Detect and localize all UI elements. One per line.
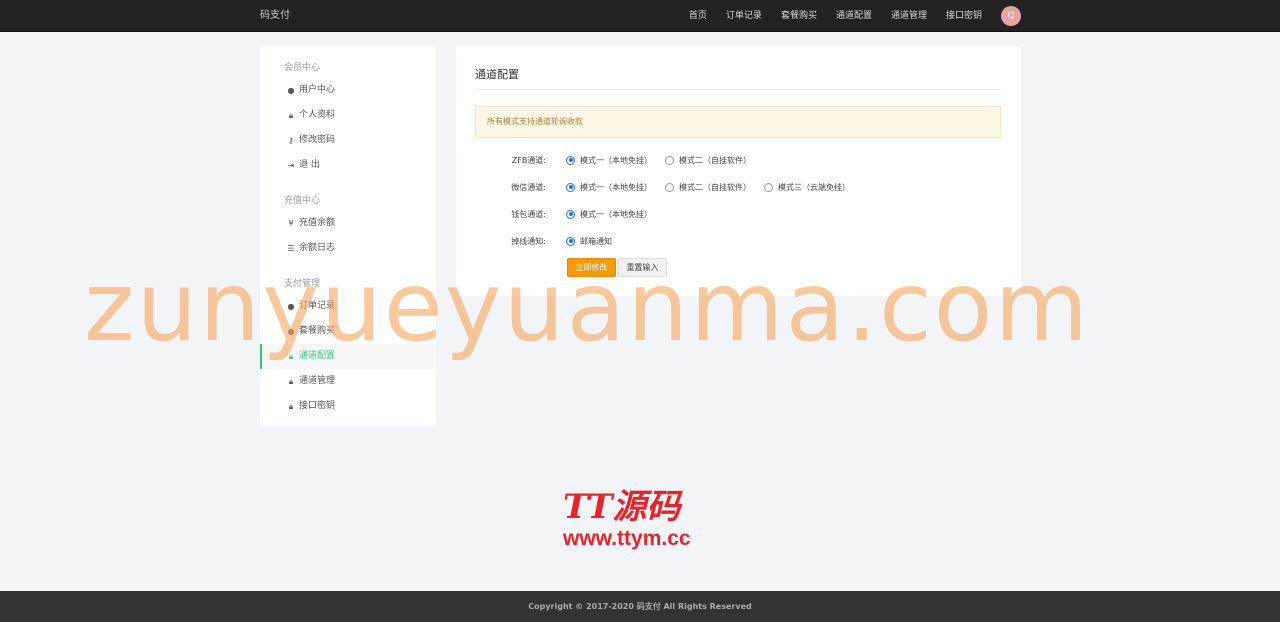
divider: [475, 89, 1002, 90]
sidebar-item-recharge[interactable]: ¥ 充值余额: [260, 211, 436, 236]
sidebar-item-label: 用户中心: [299, 85, 336, 95]
sidebar-item-channel-config[interactable]: 🔒︎ 通道配置: [260, 344, 436, 369]
radio-unchecked-icon: [764, 182, 773, 192]
nav-channel-config[interactable]: 通道配置: [836, 0, 872, 32]
sidebar-item-user-center[interactable]: ● 用户中心: [260, 78, 436, 103]
sidebar-item-api-key[interactable]: 🔒︎ 接口密钥: [260, 394, 436, 419]
form-row-wechat: 微信通道: 模式一（本地免挂） 模式二（自挂软件） 模式三（云端免挂）: [456, 180, 1021, 194]
radio-checked-icon: [566, 209, 575, 219]
user-circle-icon: ●: [287, 327, 295, 336]
radio-wallet-mode1[interactable]: 模式一（本地免挂）: [566, 209, 652, 220]
radio-group: 邮箱通知: [566, 236, 625, 247]
sidebar-item-label: 退 出: [299, 160, 320, 170]
sidebar-item-label: 通道配置: [299, 351, 336, 361]
radio-unchecked-icon: [665, 155, 674, 165]
sidebar-item-label: 通道管理: [299, 376, 336, 386]
sidebar-section-payment: 支付管理: [284, 279, 321, 289]
sidebar-item-label: 充值余额: [299, 218, 336, 228]
radio-label: 模式二（自挂软件）: [679, 155, 751, 165]
key-icon: ⚷: [288, 136, 294, 145]
logout-icon: ⇥: [287, 161, 295, 170]
user-circle-icon: ●: [287, 86, 295, 95]
radio-label: 模式二（自挂软件）: [679, 182, 751, 192]
radio-wechat-mode2[interactable]: 模式二（自挂软件）: [665, 182, 751, 193]
radio-email-notify[interactable]: 邮箱通知: [566, 236, 612, 247]
radio-label: 模式一（本地免挂）: [580, 209, 652, 219]
list-icon: ☰: [287, 244, 295, 253]
lock-icon: 🔒︎: [288, 352, 294, 361]
sidebar-item-label: 套餐购买: [299, 326, 336, 336]
sidebar-item-logout[interactable]: ⇥ 退 出: [260, 153, 436, 178]
top-nav: 首页 订单记录 套餐购买 通道配置 通道管理 接口密钥: [670, 0, 982, 32]
sidebar: 会员中心 ● 用户中心 🔒︎ 个人资料 ⚷ 修改密码 ⇥ 退 出 充值中心 ¥ …: [260, 46, 436, 426]
yen-icon: ¥: [288, 219, 294, 228]
radio-group: 模式一（本地免挂） 模式二（自挂软件） 模式三（云端免挂）: [566, 182, 863, 193]
radio-group: 模式一（本地免挂） 模式二（自挂软件）: [566, 155, 764, 166]
radio-wechat-mode3[interactable]: 模式三（云端免挂）: [764, 182, 850, 193]
footer-copyright: Copyright © 2017-2020 码支付 All Rights Res…: [0, 591, 1280, 622]
radio-zfb-mode2[interactable]: 模式二（自挂软件）: [665, 155, 751, 166]
top-navbar: 码支付 首页 订单记录 套餐购买 通道配置 通道管理 接口密钥 Q: [0, 0, 1280, 32]
field-label: 微信通道:: [511, 182, 546, 192]
field-label: 钱包通道:: [511, 209, 546, 219]
radio-group: 模式一（本地免挂）: [566, 209, 665, 220]
notice-alert: 所有模式支持通道轮询收款: [475, 106, 1001, 138]
field-label: 掉线通知:: [511, 236, 546, 246]
logo-title: TT源码: [563, 487, 681, 527]
radio-label: 模式三（云端免挂）: [778, 182, 850, 192]
sidebar-section-member: 会员中心: [284, 63, 321, 73]
lock-icon: 🔒︎: [288, 402, 294, 411]
sidebar-section-recharge: 充值中心: [284, 196, 321, 206]
sidebar-item-label: 修改密码: [299, 135, 336, 145]
lock-icon: 🔒︎: [288, 377, 294, 386]
avatar[interactable]: Q: [1001, 6, 1021, 26]
sidebar-item-channel-manage[interactable]: 🔒︎ 通道管理: [260, 369, 436, 394]
form-row-zfb: ZFB通道: 模式一（本地免挂） 模式二（自挂软件）: [456, 153, 1021, 167]
channel-config-panel: 通道配置 所有模式支持通道轮询收款 ZFB通道: 模式一（本地免挂） 模式二（自…: [456, 46, 1021, 296]
lock-icon: 🔒︎: [288, 111, 294, 120]
sidebar-item-label: 余额日志: [299, 243, 336, 253]
page-title: 通道配置: [475, 68, 519, 81]
radio-label: 模式一（本地免挂）: [580, 155, 652, 165]
logo-url: www.ttym.cc: [563, 527, 691, 550]
radio-unchecked-icon: [665, 182, 674, 192]
radio-checked-icon: [566, 155, 575, 165]
site-logo: TT源码 www.ttym.cc: [563, 488, 713, 552]
sidebar-item-profile[interactable]: 🔒︎ 个人资料: [260, 103, 436, 128]
brand-name[interactable]: 码支付: [260, 0, 290, 32]
nav-api-key[interactable]: 接口密钥: [946, 0, 982, 32]
field-label: ZFB通道:: [511, 155, 546, 165]
radio-label: 模式一（本地免挂）: [580, 182, 652, 192]
sidebar-item-packages[interactable]: ● 套餐购买: [260, 319, 436, 344]
radio-zfb-mode1[interactable]: 模式一（本地免挂）: [566, 155, 652, 166]
reset-button[interactable]: 重置输入: [618, 258, 667, 277]
nav-orders[interactable]: 订单记录: [726, 0, 762, 32]
nav-channel-manage[interactable]: 通道管理: [891, 0, 927, 32]
sidebar-item-label: 订单记录: [299, 301, 336, 311]
submit-button[interactable]: 立即修改: [567, 258, 616, 277]
sidebar-item-orders[interactable]: ● 订单记录: [260, 294, 436, 319]
form-row-wallet: 钱包通道: 模式一（本地免挂）: [456, 207, 1021, 221]
sidebar-item-label: 个人资料: [299, 110, 336, 120]
sidebar-item-password[interactable]: ⚷ 修改密码: [260, 128, 436, 153]
nav-packages[interactable]: 套餐购买: [781, 0, 817, 32]
radio-wechat-mode1[interactable]: 模式一（本地免挂）: [566, 182, 652, 193]
radio-checked-icon: [566, 182, 575, 192]
form-row-offline-notify: 掉线通知: 邮箱通知: [456, 234, 1021, 248]
sidebar-item-balance-log[interactable]: ☰ 余额日志: [260, 236, 436, 261]
radio-label: 邮箱通知: [580, 236, 612, 246]
radio-checked-icon: [566, 236, 575, 246]
sidebar-item-label: 接口密钥: [299, 401, 336, 411]
user-circle-icon: ●: [287, 302, 295, 311]
nav-home[interactable]: 首页: [689, 0, 707, 32]
